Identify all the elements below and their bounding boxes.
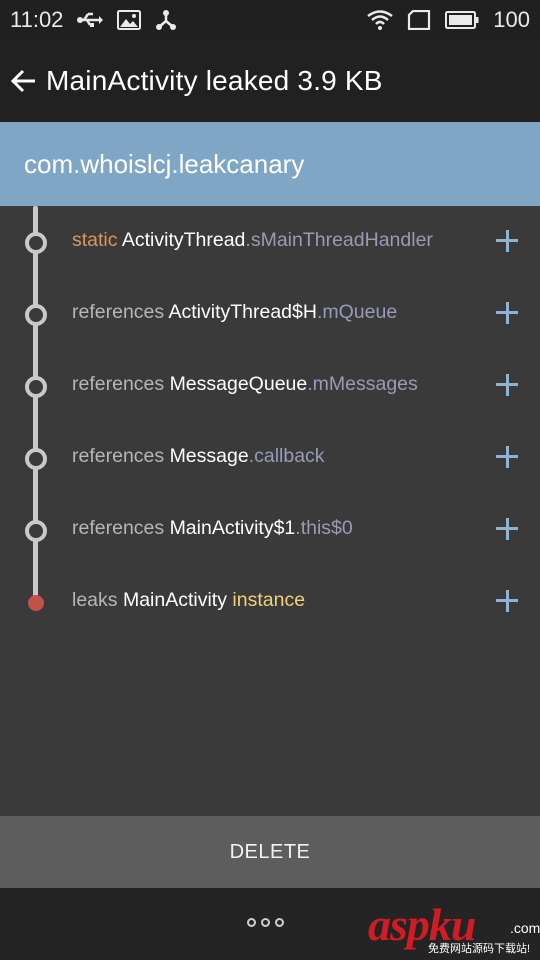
expand-plus-icon[interactable] (496, 302, 518, 324)
battery-level: 100 (493, 7, 530, 32)
arrow-left-icon (10, 69, 35, 93)
wifi-icon (367, 10, 394, 30)
trace-field: .sMainThreadHandler (245, 229, 433, 251)
trace-class: Message (169, 445, 249, 467)
trace-keyword: references (72, 373, 165, 395)
delete-label: DELETE (229, 840, 311, 863)
expand-plus-icon[interactable] (496, 230, 518, 252)
watermark-com: .com (510, 920, 540, 936)
delete-button[interactable]: DELETE (0, 816, 540, 888)
trace-class: MainActivity$1 (169, 517, 296, 539)
trace-row-leak[interactable]: leaks MainActivity instance (0, 566, 540, 638)
back-button[interactable] (8, 66, 38, 96)
trace-node-icon (25, 304, 47, 326)
usb-icon (77, 12, 104, 28)
trace-field: instance (232, 589, 306, 611)
trace-node-icon (25, 232, 47, 254)
dot (247, 918, 256, 927)
trace-row[interactable]: references MainActivity$1.this$0 (0, 494, 540, 566)
trace-class: ActivityThread$H (168, 301, 317, 323)
status-bar: 11:02 100 (0, 0, 540, 40)
trace-field: .mMessages (307, 373, 418, 395)
trace-field: .this$0 (295, 517, 353, 539)
trace-row[interactable]: references Message.callback (0, 422, 540, 494)
trace-row[interactable]: references ActivityThread$H.mQueue (0, 278, 540, 350)
trace-row-text: references MainActivity$1.this$0 (72, 517, 353, 540)
trace-field: .callback (248, 445, 325, 467)
dot (275, 918, 284, 927)
status-time: 11:02 (10, 7, 64, 32)
trace-row-text: references MessageQueue.mMessages (72, 373, 418, 396)
more-dots-icon[interactable] (247, 918, 284, 927)
expand-plus-icon[interactable] (496, 446, 518, 468)
leak-node-icon (28, 595, 44, 611)
trace-class: ActivityThread (121, 229, 246, 251)
trace-node-icon (25, 376, 47, 398)
trace-keyword: leaks (72, 589, 118, 611)
share-icon (155, 9, 177, 31)
page-title: MainActivity leaked 3.9 KB (46, 65, 383, 96)
expand-plus-icon[interactable] (496, 518, 518, 540)
status-left: 11:02 (10, 7, 177, 33)
battery-icon (445, 11, 479, 29)
package-name: com.whoislcj.leakcanary (24, 148, 305, 179)
trace-class: MessageQueue (169, 373, 308, 395)
sim-icon (407, 10, 431, 30)
trace-row[interactable]: references MessageQueue.mMessages (0, 350, 540, 422)
expand-plus-icon[interactable] (496, 374, 518, 396)
watermark-sub: 免费网站源码下载站! (428, 943, 531, 955)
trace-keyword: references (72, 517, 165, 539)
package-header: com.whoislcj.leakcanary (0, 122, 540, 206)
trace-row-text: references Message.callback (72, 445, 325, 468)
trace-class: MainActivity (122, 589, 227, 611)
image-icon (117, 10, 142, 30)
trace-keyword: references (72, 445, 165, 467)
trace-row[interactable]: static ActivityThread.sMainThreadHandler (0, 206, 540, 278)
trace-row-text: references ActivityThread$H.mQueue (72, 301, 397, 324)
expand-plus-icon[interactable] (496, 590, 518, 612)
trace-row-text: leaks MainActivity instance (72, 589, 305, 612)
trace-keyword: references (72, 301, 165, 323)
trace-row-text: static ActivityThread.sMainThreadHandler (72, 229, 433, 252)
trace-node-icon (25, 448, 47, 470)
status-right: 100 (367, 7, 530, 33)
trace-field: .mQueue (316, 301, 398, 323)
watermark: aspku .com 免费网站源码下载站! (368, 898, 540, 958)
leak-trace: static ActivityThread.sMainThreadHandler… (0, 206, 540, 816)
trace-keyword: static (72, 229, 118, 251)
app-bar: MainActivity leaked 3.9 KB (0, 40, 540, 122)
trace-node-icon (25, 520, 47, 542)
dot (261, 918, 270, 927)
